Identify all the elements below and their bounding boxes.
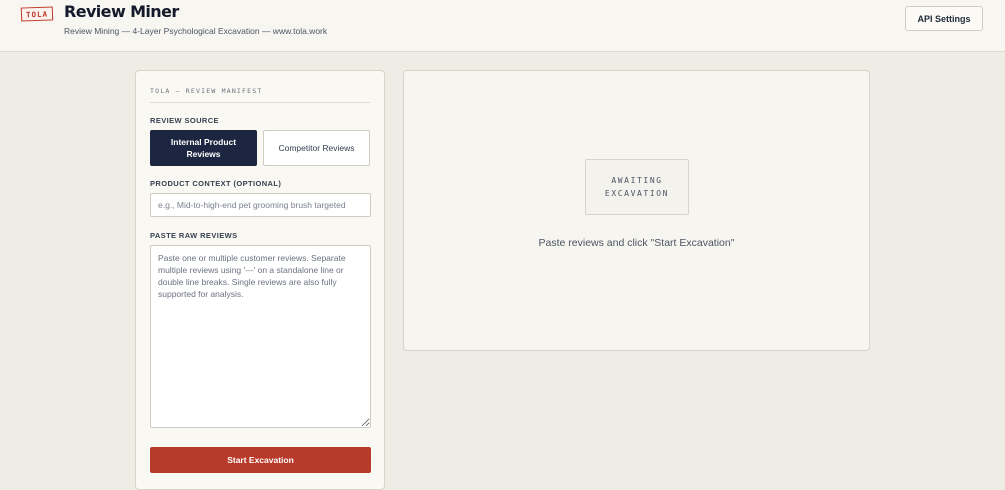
app-header: TOLA Review Miner Review Mining — 4-Laye…	[0, 0, 1005, 52]
tola-logo: TOLA	[20, 6, 54, 22]
app-subtitle: Review Mining — 4-Layer Psychological Ex…	[64, 26, 328, 36]
review-manifest-panel: TOLA — REVIEW MANIFEST REVIEW SOURCE Int…	[135, 70, 385, 490]
product-context-input[interactable]	[150, 193, 371, 217]
manifest-label: TOLA — REVIEW MANIFEST	[150, 87, 263, 95]
awaiting-status-badge: AWAITING EXCAVATION	[585, 159, 689, 215]
review-source-label: REVIEW SOURCE	[150, 116, 219, 125]
product-context-label: PRODUCT CONTEXT (OPTIONAL)	[150, 179, 282, 188]
empty-state-message: Paste reviews and click "Start Excavatio…	[538, 237, 735, 249]
api-settings-button[interactable]: API Settings	[905, 6, 983, 31]
raw-reviews-textarea[interactable]	[150, 245, 371, 428]
divider	[150, 102, 370, 103]
start-excavation-button[interactable]: Start Excavation	[150, 447, 371, 473]
raw-reviews-label: PASTE RAW REVIEWS	[150, 231, 238, 240]
app-title: Review Miner	[64, 2, 179, 21]
source-competitor-button[interactable]: Competitor Reviews	[263, 130, 370, 166]
source-internal-button[interactable]: Internal Product Reviews	[150, 130, 257, 166]
results-panel: AWAITING EXCAVATION Paste reviews and cl…	[403, 70, 870, 351]
